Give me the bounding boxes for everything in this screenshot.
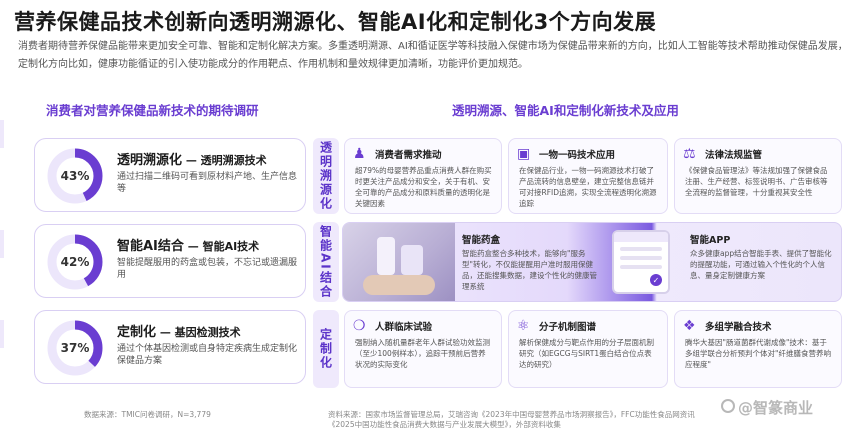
stat-title-main: 定制化 [117,325,157,340]
left-edge-decoration [0,120,4,148]
card-title: 人群临床试验 [375,322,433,333]
stat-title-sub: — 智能AI技术 [183,240,260,253]
page-title: 营养保健品技术创新向透明溯源化、智能AI化和定制化3个方向发展 [14,10,657,34]
intro-paragraph: 消费者期待营养保健品能带来更加安全可靠、智能和定制化解决方案。多重透明溯源、AI… [18,41,848,70]
stat-card-ai: 42% 智能AI结合 — 智能AI技术 智能提醒服用的药盒或包装，不忘记或遗漏服… [34,224,306,298]
stat-description: 智能提醒服用的药盒或包装，不忘记或遗漏服用 [117,258,298,280]
phone-line [620,265,662,269]
smart-app-title: 智能APP [690,235,731,246]
card-title: 消费者需求推动 [375,150,442,161]
smart-pillbox-desc: 智能药盒整合多种技术，能够向"服务型"转化，不仅能提醒用户准时服用保健品，还能搜… [462,249,597,291]
cube-icon: ❖ [683,318,696,334]
card-regulation: ⚖ 法律法规监管 《保健食品管理法》等法规加强了保健食品注册、生产经营、标签说明… [674,138,842,214]
card-description: 《保健食品管理法》等法规加强了保健食品注册、生产经营、标签说明书、广告审核等全流… [685,166,828,197]
card-title: 分子机制图谱 [539,322,597,333]
monitor-icon: ▣ [517,146,531,162]
phone-line [620,256,662,260]
left-section-heading: 消费者对营养保健品新技术的期待调研 [46,103,259,118]
footer-source-right: 资料来源：国家市场监督管理总局，艾瑞咨询《2023年中国母婴营养品市场洞察报告》… [328,410,695,429]
phone-header [614,232,668,242]
card-multiomics: ❖ 多组学融合技术 腾华大基因"肠道菌群代谢成像"技术：基于多组学联合分析预判个… [674,310,842,388]
bottle-shape [377,237,395,275]
card-description: 超79%的母婴营养品重点消费人群在购买时更关注产品成分和安全，关于有机、安全可靠… [355,166,492,208]
stat-percentage: 43% [60,169,90,183]
molecule-icon: ⚛ [517,318,530,334]
stat-title-main: 智能AI结合 [117,239,184,254]
stat-description: 通过扫描二维码可看到原材料产地、生产信息等 [117,172,298,194]
stat-percentage: 37% [60,341,90,355]
card-title: 一物一码技术应用 [539,150,616,161]
card-title: 多组学融合技术 [705,322,772,333]
stat-description: 通过个体基因检测或自身特定疾病生成定制化保健品方案 [117,344,298,366]
scale-icon: ⚖ [683,146,696,162]
row-label-ai: 智能AI结合 [313,222,339,302]
pill-box-photo [343,223,455,301]
stat-title-main: 透明溯源化 [117,153,183,168]
stat-percentage: 42% [60,255,90,269]
stat-title: 智能AI结合 — 智能AI技术 [117,235,259,254]
card-description: 在保健品行业，一物一码溯源技术打破了产品流转的信息壁垒，建立完整信息链并可对接R… [519,166,657,208]
card-title: 法律法规监管 [705,150,763,161]
check-icon: ✓ [650,274,662,286]
stat-card-custom: 37% 定制化 — 基因检测技术 通过个体基因检测或自身特定疾病生成定制化保健品… [34,310,306,384]
card-description: 强制纳入随机量群老年人群试验功效监测（至少100例样本），追踪干预前后营养状况的… [355,338,490,369]
watermark-icon [721,399,735,413]
right-section-heading: 透明溯源、智能AI和定制化新技术及应用 [452,103,679,118]
phone-line [620,247,662,251]
smart-app-desc: 众多健康app结合智能手表、提供了智能化的提醒功能，可通过输入个性化的个人信息、… [690,249,832,280]
left-edge-decoration [0,230,4,258]
person-group-icon: ♟ [353,146,366,162]
row-label-transparent: 透明溯源化 [313,138,339,214]
stat-card-transparent: 43% 透明溯源化 — 透明溯源技术 通过扫描二维码可看到原材料产地、生产信息等 [34,138,306,212]
bottle-shape [401,245,423,275]
left-edge-decoration [0,320,4,348]
card-one-code: ▣ 一物一码技术应用 在保健品行业，一物一码溯源技术打破了产品流转的信息壁垒，建… [508,138,668,214]
card-description: 解析保健成分与靶点作用的分子层面机制研究（如EGCG与SIRT1蛋白结合位点表达… [519,338,654,369]
row-label-custom: 定制化 [313,310,339,388]
hand-shape [363,275,435,295]
phone-mockup: ✓ [612,230,670,294]
card-description: 腾华大基因"肠道菌群代谢成像"技术：基于多组学联合分析预判个体对"纤维膳食营养响… [685,338,831,369]
stat-title: 定制化 — 基因检测技术 [117,321,241,340]
stat-title-sub: — 基因检测技术 [156,326,241,339]
footer-source-left: 数据来源：TMIC问卷调研，N=3,779 [84,410,211,419]
smart-pillbox-title: 智能药盒 [462,235,501,246]
dna-icon: ❍ [353,318,366,334]
card-clinical-trial: ❍ 人群临床试验 强制纳入随机量群老年人群试验功效监测（至少100例样本），追踪… [344,310,502,388]
card-molecular-map: ⚛ 分子机制图谱 解析保健成分与靶点作用的分子层面机制研究（如EGCG与SIRT… [508,310,668,388]
card-consumer-demand: ♟ 消费者需求推动 超79%的母婴营养品重点消费人群在购买时更关注产品成分和安全… [344,138,502,214]
watermark: @智篆商业 [738,399,814,417]
stat-title-sub: — 透明溯源技术 [182,154,267,167]
stat-title: 透明溯源化 — 透明溯源技术 [117,149,267,168]
